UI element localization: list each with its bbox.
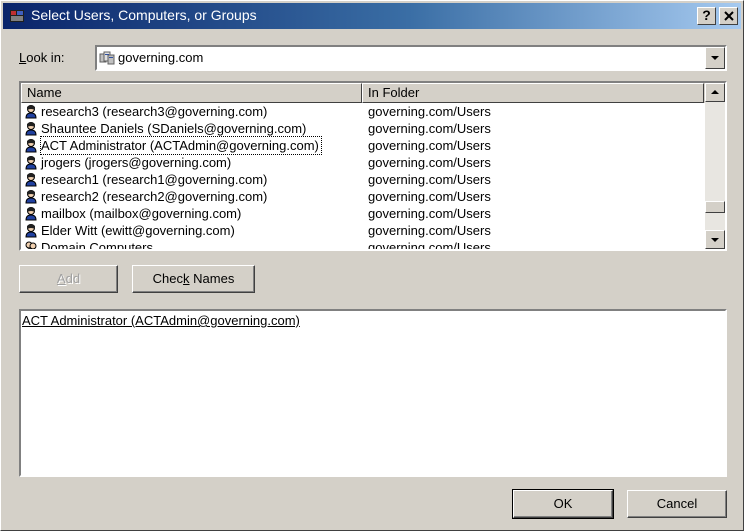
list-item-focused[interactable]: ACT Administrator (ACTAdmin@governing.co… (21, 136, 705, 155)
look-in-dropdown[interactable]: governing.com (95, 45, 727, 71)
list-item[interactable]: Shauntee Daniels (SDaniels@governing.com… (21, 120, 705, 137)
column-header-name[interactable]: Name (21, 83, 362, 103)
item-folder: governing.com/Users (368, 189, 491, 204)
user-icon (25, 139, 37, 153)
item-folder: governing.com/Users (368, 240, 491, 249)
directory-app-icon (10, 10, 24, 22)
list-vertical-scrollbar[interactable] (705, 83, 725, 249)
item-name: mailbox (mailbox@governing.com) (41, 206, 242, 221)
help-button[interactable]: ? (697, 7, 716, 25)
selected-object-link[interactable]: ACT Administrator (ACTAdmin@governing.co… (22, 313, 300, 328)
user-icon (25, 190, 37, 204)
chevron-down-icon (711, 238, 719, 242)
item-folder: governing.com/Users (368, 223, 491, 238)
dialog-window: Select Users, Computers, or Groups ? Loo… (0, 0, 744, 531)
item-folder: governing.com/Users (368, 172, 491, 187)
close-icon (723, 11, 734, 21)
list-item[interactable]: jrogers (jrogers@governing.com) governin… (21, 154, 705, 171)
list-item[interactable]: research3 (research3@governing.com) gove… (21, 103, 705, 120)
domain-icon (99, 51, 115, 65)
add-label-rest: dd (65, 271, 81, 286)
item-folder: governing.com/Users (368, 206, 491, 221)
scroll-thumb[interactable] (705, 201, 725, 213)
list-item[interactable]: mailbox (mailbox@governing.com) governin… (21, 205, 705, 222)
chevron-up-icon (711, 90, 719, 94)
list-header: Name In Folder (21, 83, 705, 103)
scroll-up-button[interactable] (705, 83, 725, 102)
user-icon (25, 156, 37, 170)
close-button[interactable] (719, 7, 738, 25)
item-folder: governing.com/Users (368, 104, 491, 119)
item-name: Shauntee Daniels (SDaniels@governing.com… (41, 121, 307, 136)
look-in-dropdown-button[interactable] (705, 47, 725, 69)
add-accesskey: A (56, 271, 66, 286)
item-name: Domain Computers (41, 240, 153, 249)
selected-objects-box[interactable]: ACT Administrator (ACTAdmin@governing.co… (19, 309, 727, 477)
item-name: Elder Witt (ewitt@governing.com) (41, 223, 235, 238)
item-name: jrogers (jrogers@governing.com) (41, 155, 232, 170)
item-folder: governing.com/Users (368, 155, 491, 170)
list-item[interactable]: Elder Witt (ewitt@governing.com) governi… (21, 222, 705, 239)
item-folder: governing.com/Users (368, 138, 491, 153)
user-icon (25, 105, 37, 119)
list-item[interactable]: research2 (research2@governing.com) gove… (21, 188, 705, 205)
user-icon (25, 122, 37, 136)
item-folder: governing.com/Users (368, 121, 491, 136)
check-names-label-pre: Chec (152, 271, 184, 286)
ok-button[interactable]: OK (512, 489, 614, 519)
user-icon (25, 173, 37, 187)
cancel-button[interactable]: Cancel (627, 490, 727, 518)
list-rows: research3 (research3@governing.com) gove… (21, 103, 705, 249)
group-icon (25, 241, 37, 249)
user-icon (25, 207, 37, 221)
item-name: research2 (research2@governing.com) (41, 189, 268, 204)
results-list[interactable]: Name In Folder research3 (research3@gove… (19, 81, 727, 251)
look-in-label-text: ook in: (26, 50, 65, 65)
user-icon (25, 224, 37, 238)
look-in-label: Look in: (19, 50, 65, 65)
list-item[interactable]: research1 (research1@governing.com) gove… (21, 171, 705, 188)
list-item[interactable]: Domain Computers governing.com/Users (21, 239, 705, 249)
item-name: research3 (research3@governing.com) (41, 104, 268, 119)
add-button[interactable]: Add (19, 265, 118, 293)
scroll-down-button[interactable] (705, 230, 725, 249)
item-name: ACT Administrator (ACTAdmin@governing.co… (40, 136, 322, 155)
column-header-in-folder[interactable]: In Folder (362, 83, 704, 103)
check-names-label-post: Names (189, 271, 235, 286)
look-in-value: governing.com (118, 50, 204, 65)
item-name: research1 (research1@governing.com) (41, 172, 268, 187)
check-names-button[interactable]: Check Names (132, 265, 255, 293)
title-bar[interactable]: Select Users, Computers, or Groups ? (3, 3, 741, 29)
chevron-down-icon (711, 56, 719, 60)
window-title: Select Users, Computers, or Groups (31, 7, 257, 23)
